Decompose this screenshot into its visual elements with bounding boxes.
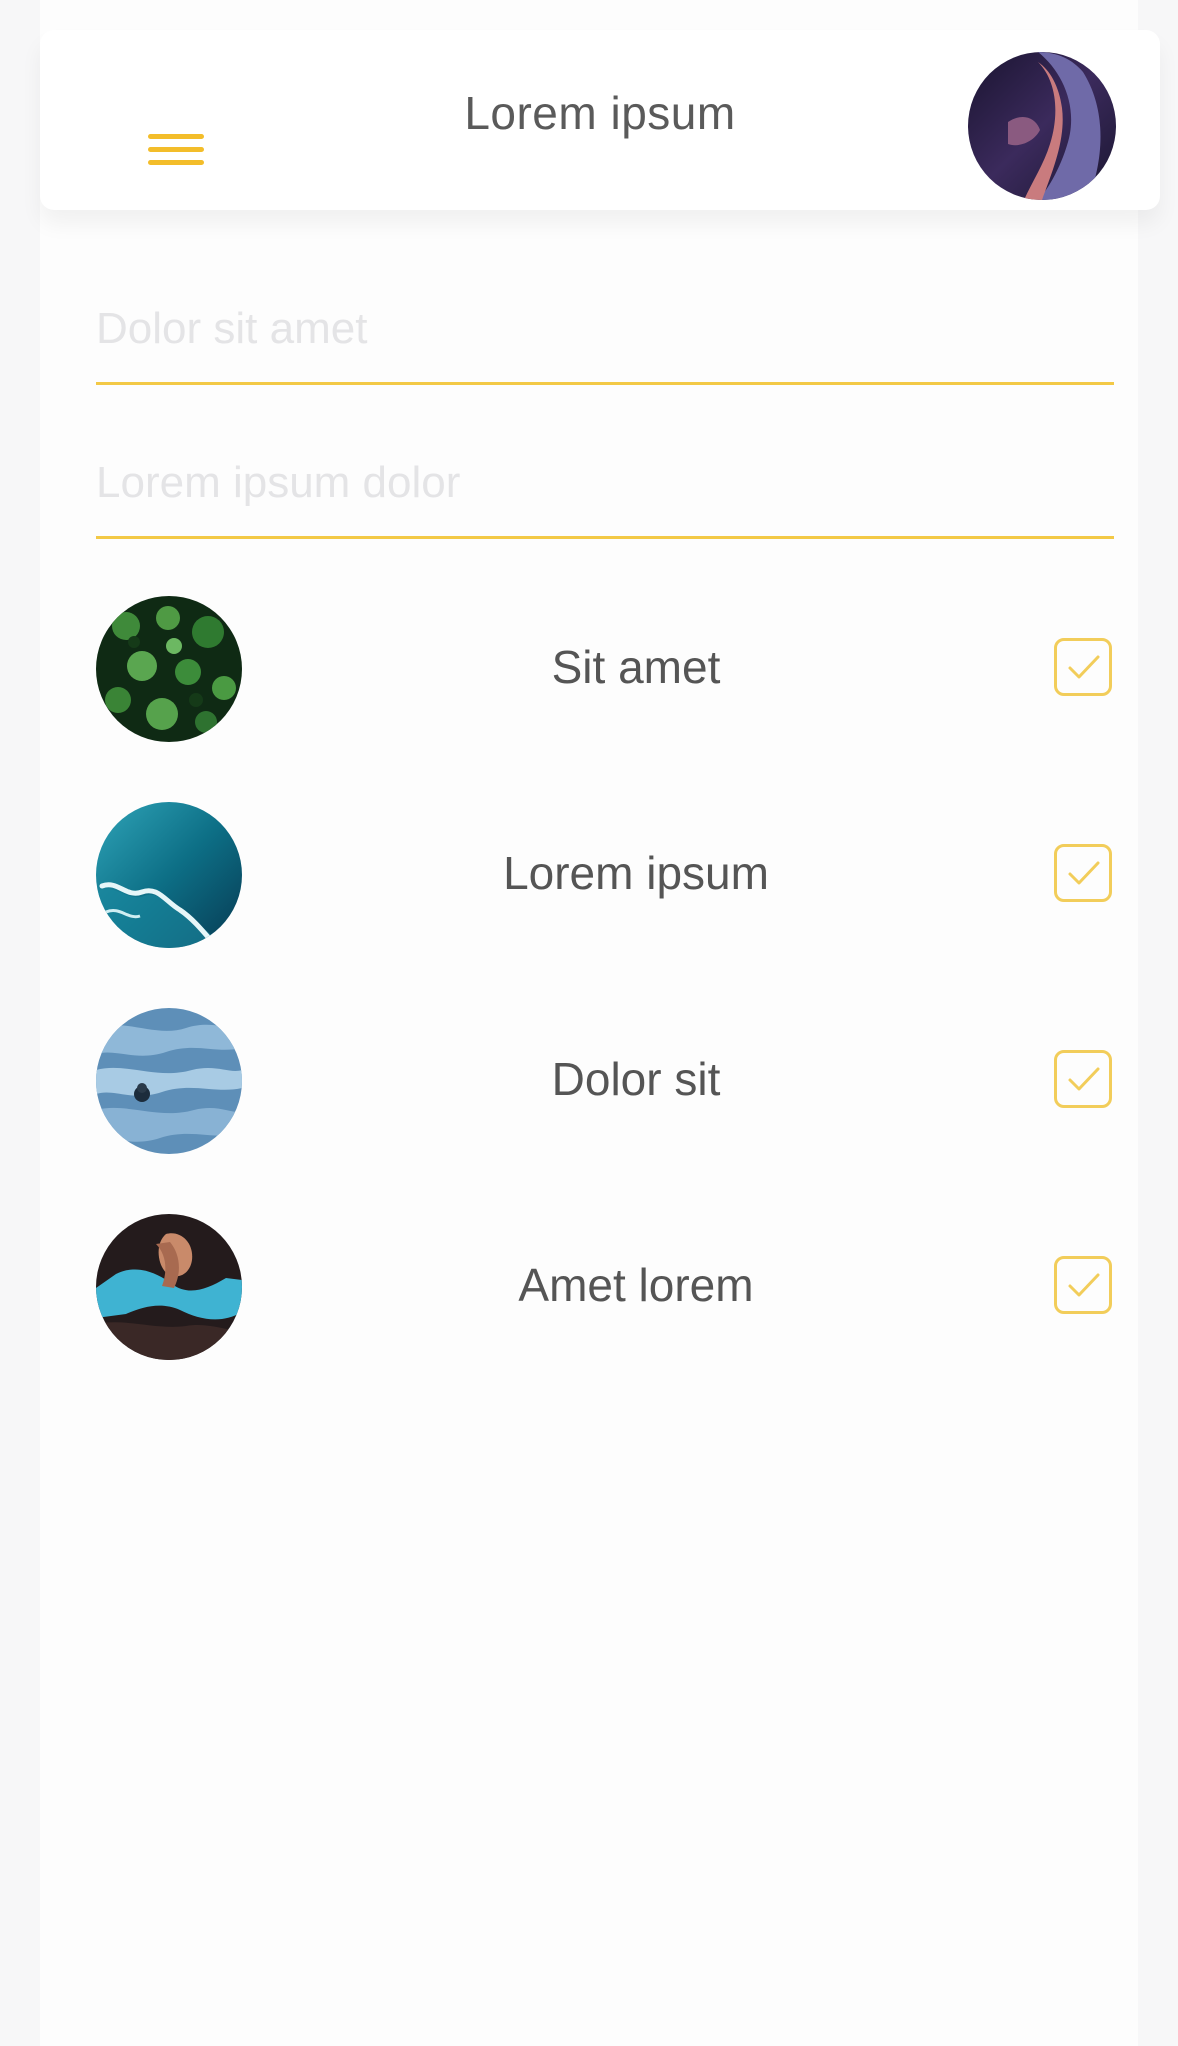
item-label: Sit amet xyxy=(551,641,721,693)
item-label: Dolor sit xyxy=(551,1053,721,1105)
item-checkbox[interactable] xyxy=(1054,1050,1112,1108)
checkmark-icon xyxy=(1068,861,1100,885)
item-thumbnail-ocean-aerial xyxy=(96,802,242,948)
lorem-input[interactable] xyxy=(96,440,1114,526)
item-label: Amet lorem xyxy=(518,1259,754,1311)
item-thumbnail-green-foliage xyxy=(96,596,242,742)
list-item[interactable]: Sit amet xyxy=(96,590,1116,796)
dolor-input[interactable] xyxy=(96,286,1114,372)
item-thumbnail-person-in-water xyxy=(96,1214,242,1360)
item-checkbox[interactable] xyxy=(1054,844,1112,902)
lorem-input-field[interactable] xyxy=(96,440,1114,539)
item-thumbnail-sea-waves xyxy=(96,1008,242,1154)
list-item[interactable]: Dolor sit xyxy=(96,1002,1116,1208)
checkmark-icon xyxy=(1068,1067,1100,1091)
item-checkbox[interactable] xyxy=(1054,1256,1112,1314)
list-item[interactable]: Lorem ipsum xyxy=(96,796,1116,1002)
item-list: Sit amet Lorem ipsum Dolor sit Amet lore… xyxy=(96,590,1116,1414)
profile-avatar[interactable] xyxy=(968,52,1116,200)
item-checkbox[interactable] xyxy=(1054,638,1112,696)
checkmark-icon xyxy=(1068,1273,1100,1297)
dolor-input-field[interactable] xyxy=(96,286,1114,385)
list-item[interactable]: Amet lorem xyxy=(96,1208,1116,1414)
item-label: Lorem ipsum xyxy=(503,847,769,899)
checkmark-icon xyxy=(1068,655,1100,679)
app-header: Lorem ipsum xyxy=(40,30,1160,210)
